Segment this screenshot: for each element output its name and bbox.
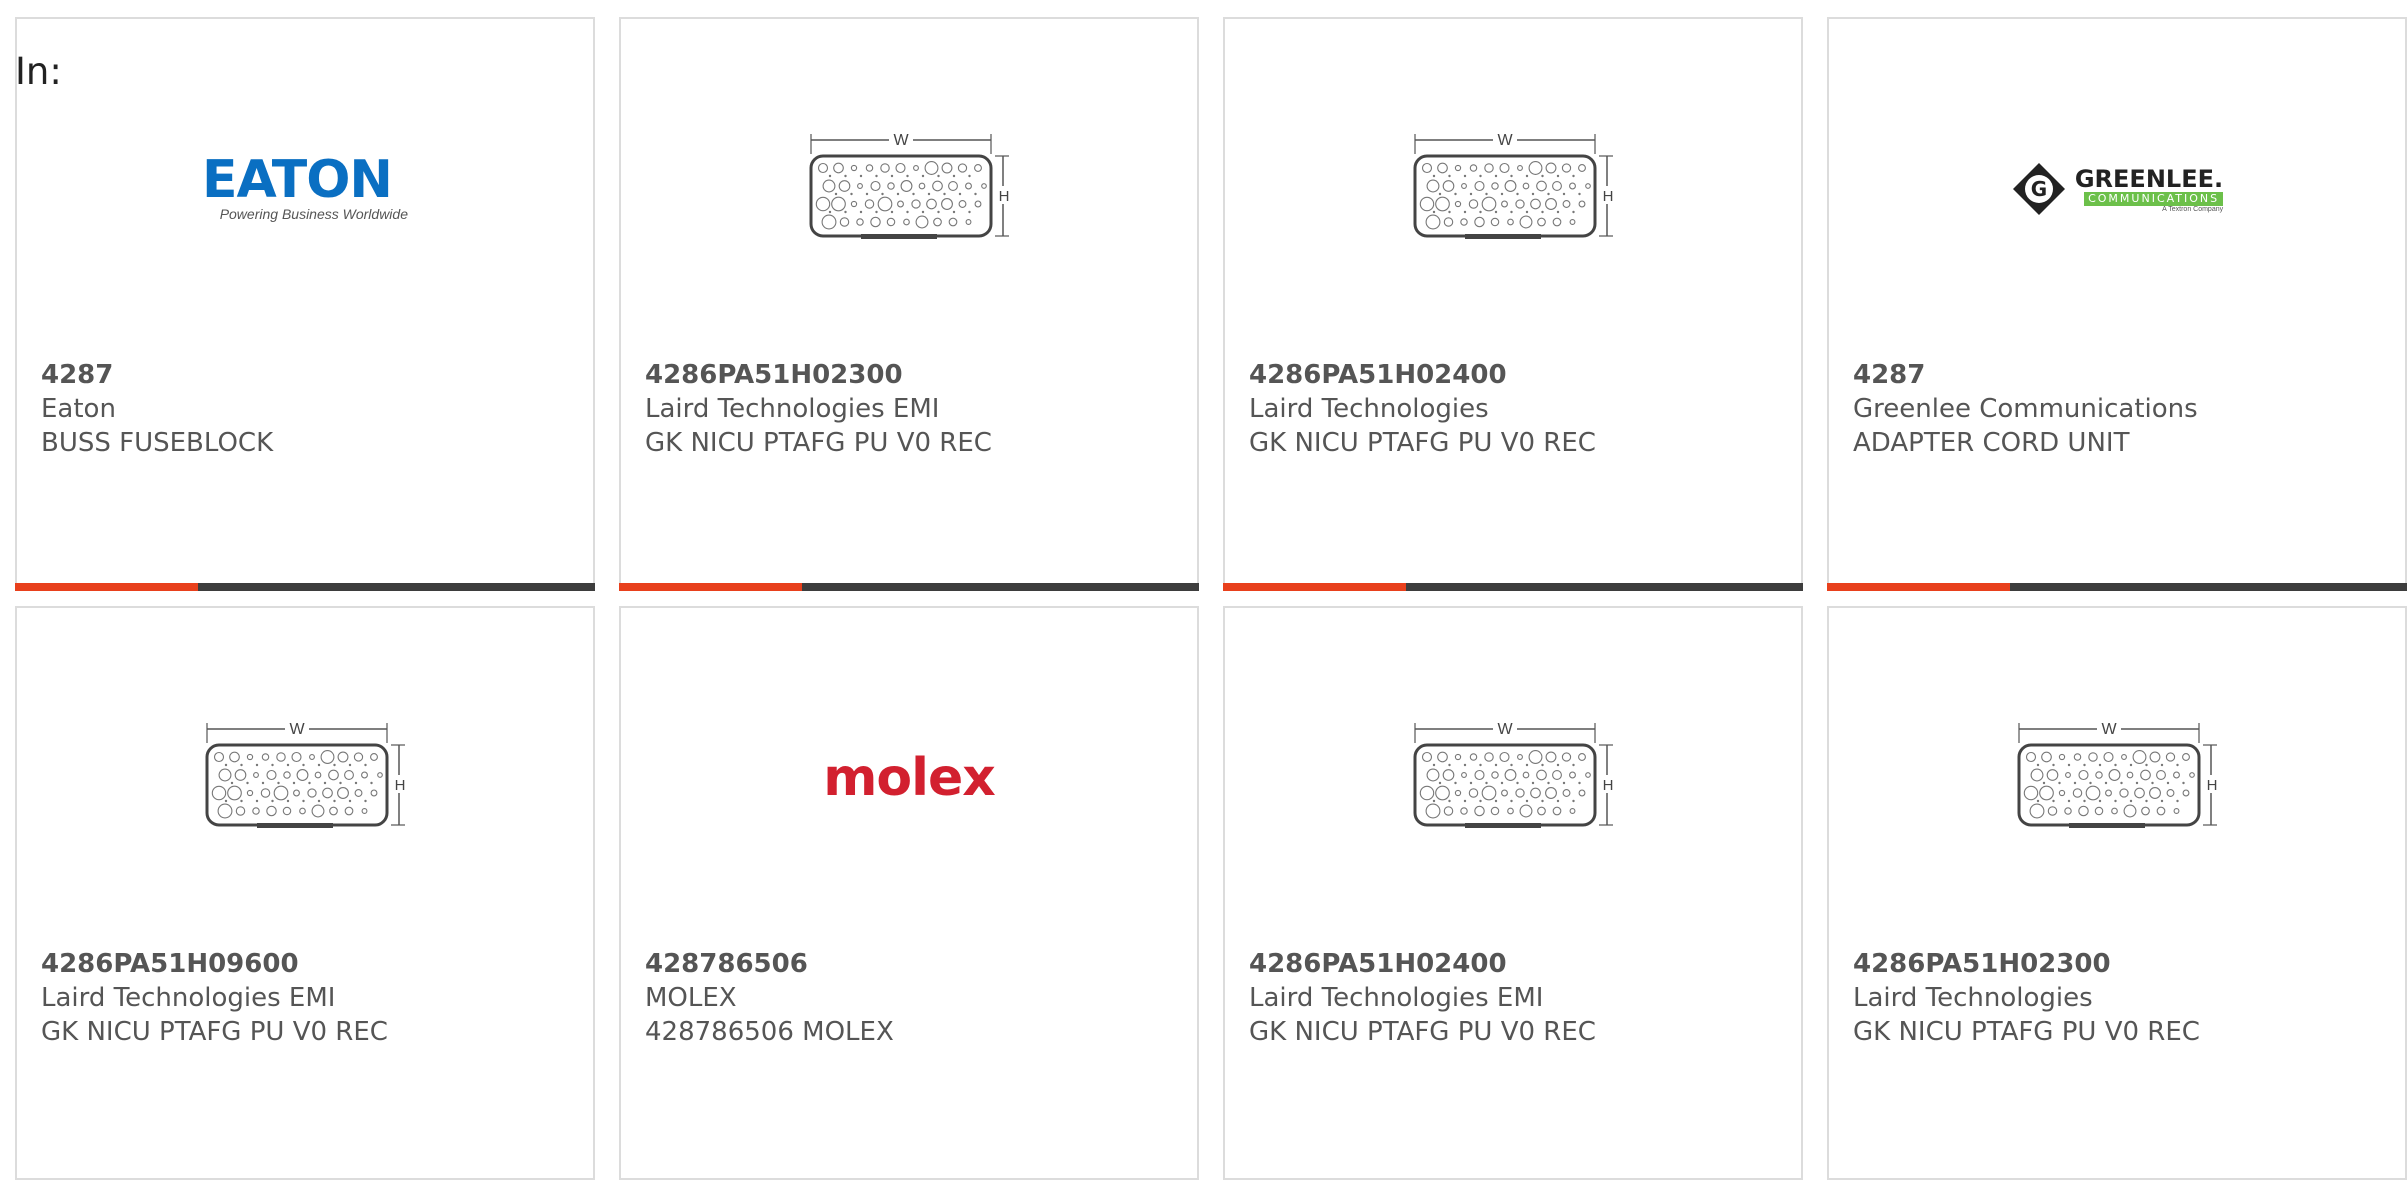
manufacturer-name: Greenlee Communications [1853,394,2198,424]
width-label: W [893,132,909,149]
gasket-diagram-icon: WH [1413,130,1615,239]
part-number[interactable]: 4286PA51H02400 [1249,947,1785,981]
part-number[interactable]: 428786506 [645,947,1181,981]
card-bottom-bar [1827,583,2407,591]
product-image[interactable]: WH [621,79,1197,299]
product-description: GK NICU PTAFG PU V0 REC [645,428,992,458]
part-number[interactable]: 4286PA51H02300 [1853,947,2389,981]
greenlee-logo-text: GREENLEE. [2074,164,2224,193]
height-label: H [2207,777,2218,794]
product-image[interactable]: WH [1829,668,2405,888]
card-bottom-bar-accent [619,583,802,591]
manufacturer-name: Eaton [41,394,116,424]
width-label: W [2101,721,2117,738]
eaton-logo: EATON Powering Business Worldwide [202,150,408,222]
product-card[interactable]: W H 4286PA51H02400 Laird Technologies GK NIC… [1223,17,1803,591]
product-info: 4286PA51H02400 Laird Technologies GK NICU … [1249,358,1785,460]
product-info: 4287 Greenlee Communications ADAPTER CORD … [1853,358,2389,460]
height-label: H [395,777,406,794]
product-description: GK NICU PTAFG PU V0 REC [41,1017,388,1047]
product-card[interactable]: W H 4286PA51H02300 Laird Technologies GK NIC… [1827,606,2407,1180]
manufacturer-name: Laird Technologies EMI [41,983,336,1013]
product-image[interactable]: molex [621,668,1197,888]
card-bottom-bar [619,583,1199,591]
manufacturer-name: MOLEX [645,983,737,1013]
product-description: GK NICU PTAFG PU V0 REC [1249,1017,1596,1047]
greenlee-g-icon: G [2012,163,2065,215]
card-bottom-bar [15,583,595,591]
height-label: H [1603,777,1614,794]
card-bottom-bar-accent [1827,583,2010,591]
width-label: W [289,721,305,738]
gasket-diagram-icon: WH [1413,719,1615,828]
manufacturer-name: Laird Technologies [1853,983,2093,1013]
product-card[interactable]: molex 428786506 MOLEX 428786506 MOLEX [619,606,1199,1180]
filter-label: In: [15,50,62,93]
height-label: H [999,188,1010,205]
gasket-diagram-icon: WH [809,130,1011,239]
width-label: W [1497,721,1513,738]
card-bottom-bar [1223,583,1803,591]
manufacturer-name: Laird Technologies EMI [1249,983,1544,1013]
gasket-diagram-icon: WH [205,719,407,828]
product-card[interactable]: W H 4286PA51H09600 Laird Technologies EMI GK… [15,606,595,1180]
product-image[interactable]: G GREENLEE. COMMUNICATIONS A Textron Compan… [1829,79,2405,299]
product-description: GK NICU PTAFG PU V0 REC [1249,428,1596,458]
part-number[interactable]: 4287 [1853,358,2389,392]
part-number[interactable]: 4286PA51H02400 [1249,358,1785,392]
product-image[interactable]: WH [1225,668,1801,888]
product-image[interactable]: EATON Powering Business Worldwide [17,79,593,299]
product-card[interactable]: W H 4286PA51H02300 Laird Technologies EMI GK… [619,17,1199,591]
product-info: 4286PA51H02400 Laird Technologies EMI GK N… [1249,947,1785,1049]
product-card[interactable]: EATON Powering Business Worldwide 4287 Eato… [15,17,595,591]
product-info: 4286PA51H02300 Laird Technologies GK NICU … [1853,947,2389,1049]
product-info: 4287 Eaton BUSS FUSEBLOCK [41,358,577,460]
part-number[interactable]: 4287 [41,358,577,392]
product-description: ADAPTER CORD UNIT [1853,428,2130,458]
card-bottom-bar-accent [1223,583,1406,591]
svg-text:G: G [2031,177,2047,201]
product-description: 428786506 MOLEX [645,1017,894,1047]
product-description: GK NICU PTAFG PU V0 REC [1853,1017,2200,1047]
height-label: H [1603,188,1614,205]
product-image[interactable]: WH [1225,79,1801,299]
greenlee-logo-sub: COMMUNICATIONS [2084,191,2224,206]
product-info: 4286PA51H02300 Laird Technologies EMI GK N… [645,358,1181,460]
manufacturer-name: Laird Technologies [1249,394,1489,424]
product-info: 4286PA51H09600 Laird Technologies EMI GK N… [41,947,577,1049]
product-description: BUSS FUSEBLOCK [41,428,274,458]
gasket-diagram-icon: WH [2017,719,2219,828]
product-image[interactable]: WH [17,668,593,888]
part-number[interactable]: 4286PA51H02300 [645,358,1181,392]
eaton-logo-tagline: Powering Business Worldwide [219,206,408,222]
product-info: 428786506 MOLEX 428786506 MOLEX [645,947,1181,1049]
part-number[interactable]: 4286PA51H09600 [41,947,577,981]
product-grid: EATON Powering Business Worldwide 4287 Eato… [15,17,2408,1180]
product-card[interactable]: G GREENLEE. COMMUNICATIONS A Textron Compan… [1827,17,2407,591]
width-label: W [1497,132,1513,149]
greenlee-logo: G GREENLEE. COMMUNICATIONS A Textron Compan… [2011,161,2224,217]
eaton-logo-text: EATON [202,150,393,210]
card-bottom-bar-accent [15,583,198,591]
greenlee-logo-tagline: A Textron Company [2162,205,2224,213]
manufacturer-name: Laird Technologies EMI [645,394,940,424]
molex-logo: molex [823,748,996,808]
product-card[interactable]: W H 4286PA51H02400 Laird Technologies EMI GK… [1223,606,1803,1180]
